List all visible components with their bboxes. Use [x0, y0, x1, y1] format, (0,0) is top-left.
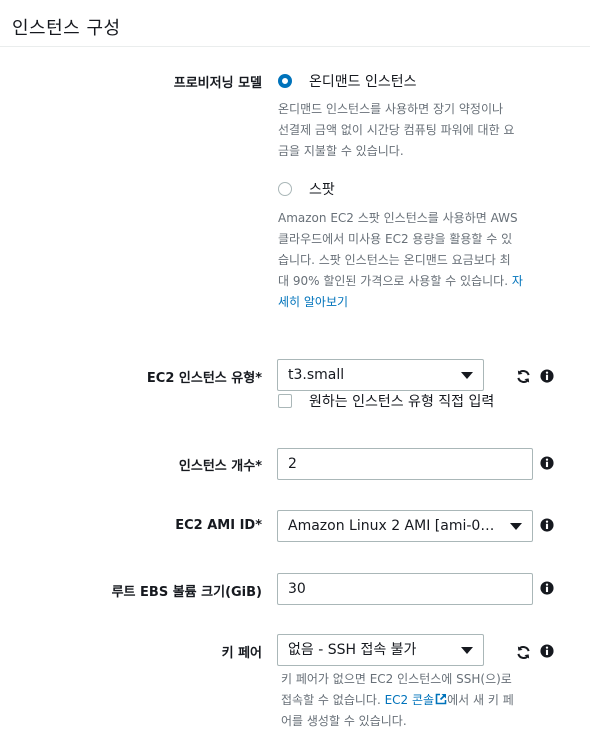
radio-spot-label[interactable]: 스팟 [309, 179, 335, 199]
keypair-description: 키 페어가 없으면 EC2 인스턴스에 SSH(으)로 접속할 수 없습니다. … [281, 669, 556, 732]
radio-ondemand-label[interactable]: 온디맨드 인스턴스 [309, 71, 417, 91]
keypair-desc-line: 키 페어가 없으면 EC2 인스턴스에 SSH(으)로 [281, 672, 512, 686]
instance-type-value: t3.small [288, 367, 345, 383]
ec2-console-link-text: EC2 콘솔 [384, 693, 435, 707]
refresh-icon[interactable] [516, 645, 531, 660]
spot-desc-line: 클라우드에서 미사용 EC2 용량을 활용할 수 있 [278, 232, 513, 246]
keypair-desc-text: 에서 새 키 페 [447, 693, 514, 707]
external-link-icon [435, 693, 447, 705]
ami-id-select[interactable]: Amazon Linux 2 AMI [ami-0dfe2... [277, 510, 533, 542]
spot-desc-line-text: 대 90% 할인된 가격으로 사용할 수 있습니다. [278, 274, 509, 288]
ondemand-description: 온디맨드 인스턴스를 사용하면 장기 약정이나 선결제 금액 없이 시간당 컴퓨… [278, 99, 548, 162]
ami-id-value: Amazon Linux 2 AMI [ami-0dfe2... [288, 518, 522, 534]
ec2-console-link[interactable]: EC2 콘솔 [385, 693, 448, 707]
info-icon[interactable] [540, 644, 554, 658]
chevron-down-icon [461, 647, 473, 654]
keypair-value: 없음 - SSH 접속 불가 [288, 642, 417, 658]
instance-count-input[interactable]: 2 [277, 448, 533, 480]
keypair-desc-line: 접속할 수 없습니다. EC2 콘솔 에서 새 키 페 [281, 690, 556, 711]
ondemand-desc-line: 온디맨드 인스턴스를 사용하면 장기 약정이나 [278, 102, 504, 116]
info-icon[interactable] [540, 369, 554, 383]
chevron-down-icon [510, 523, 522, 530]
info-icon[interactable] [540, 456, 554, 470]
info-icon[interactable] [540, 581, 554, 595]
spot-desc-line: Amazon EC2 스팟 인스턴스를 사용하면 AWS [278, 211, 518, 225]
custom-instance-type-label[interactable]: 원하는 인스턴스 유형 직접 입력 [309, 391, 494, 411]
ebs-size-input[interactable]: 30 [277, 573, 533, 605]
learn-more-link[interactable]: 자 [512, 274, 523, 288]
chevron-down-icon [461, 372, 473, 379]
learn-more-link-cont[interactable]: 세히 알아보기 [278, 295, 348, 309]
spot-desc-line: 세히 알아보기 [278, 292, 548, 313]
radio-spot[interactable] [278, 182, 292, 196]
ondemand-desc-line: 선결제 금액 없이 시간당 컴퓨팅 파워에 대한 요 [278, 123, 515, 137]
spot-desc-line: 습니다. 스팟 인스턴스는 온디맨드 요금보다 최 [278, 253, 511, 267]
ondemand-desc-line: 금을 지불할 수 있습니다. [278, 144, 404, 158]
custom-instance-type-checkbox[interactable] [278, 394, 292, 408]
refresh-icon[interactable] [516, 369, 531, 384]
ebs-size-label: 루트 EBS 볼륨 크기(GiB) [111, 585, 262, 600]
instance-type-label: EC2 인스턴스 유형* [146, 371, 262, 386]
spot-description: Amazon EC2 스팟 인스턴스를 사용하면 AWS 클라우드에서 미사용 … [278, 208, 548, 313]
keypair-label: 키 페어 [221, 646, 262, 661]
spot-desc-line: 대 90% 할인된 가격으로 사용할 수 있습니다. 자 [278, 271, 548, 292]
keypair-desc-text: 접속할 수 없습니다. [281, 693, 381, 707]
keypair-select[interactable]: 없음 - SSH 접속 불가 [277, 634, 484, 666]
radio-ondemand[interactable] [278, 74, 292, 88]
instance-count-label: 인스턴스 개수* [178, 459, 262, 474]
section-divider [0, 46, 590, 47]
provisioning-model-label: 프로비저닝 모델 [173, 76, 262, 91]
instance-type-select[interactable]: t3.small [277, 359, 484, 391]
info-icon[interactable] [540, 518, 554, 532]
section-title: 인스턴스 구성 [12, 18, 121, 39]
ami-id-label: EC2 AMI ID* [175, 518, 262, 533]
keypair-desc-line: 어를 생성할 수 있습니다. [281, 714, 407, 728]
